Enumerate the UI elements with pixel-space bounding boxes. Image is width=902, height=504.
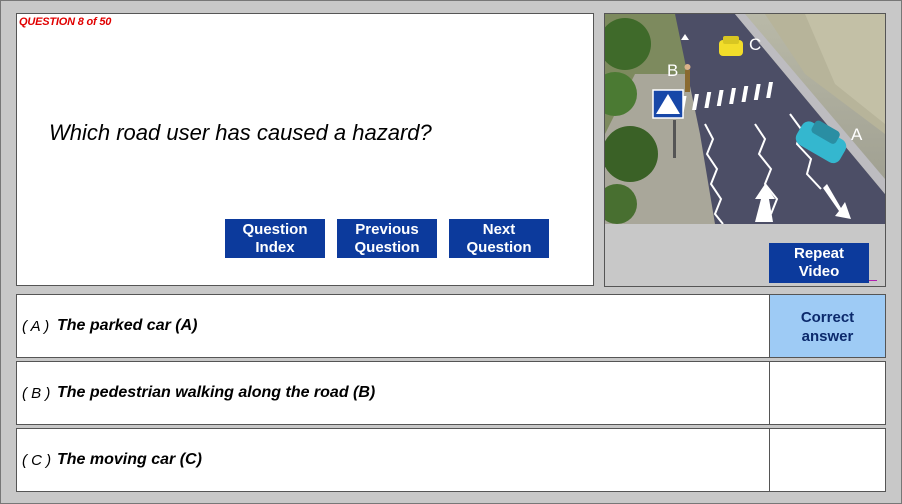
question-number: QUESTION 8 of 50 [19, 16, 112, 28]
answer-text: The parked car (A) [57, 317, 198, 334]
question-panel: QUESTION 8 of 50 Which road user has cau… [16, 13, 594, 286]
hazard-video-frame: B C A [605, 14, 885, 224]
question-index-line2: Index [255, 238, 295, 256]
replay-underline-mark [869, 280, 877, 281]
repeat-video-button[interactable]: Repeat Video [769, 243, 869, 283]
answer-option-b[interactable]: ( B ) The pedestrian walking along the r… [16, 361, 886, 425]
question-index-line1: Question [242, 220, 308, 238]
answer-option-a[interactable]: ( A ) The parked car (A) Correct answer [16, 294, 886, 358]
road-scene-image: B C A [605, 14, 885, 224]
previous-question-line1: Previous [355, 220, 419, 238]
previous-question-button[interactable]: Previous Question [337, 219, 437, 258]
next-question-line2: Question [466, 238, 532, 256]
answer-letter: ( B ) [22, 385, 51, 402]
repeat-video-line2: Video [798, 263, 840, 280]
question-index-button[interactable]: Question Index [225, 219, 325, 258]
correct-answer-line2: answer [801, 328, 854, 345]
correct-answer-line1: Correct [800, 309, 855, 326]
repeat-video-line1: Repeat [793, 245, 845, 262]
correct-answer-marker: Correct answer [769, 295, 885, 357]
next-question-button[interactable]: Next Question [449, 219, 549, 258]
video-panel: B C A Repeat Video [604, 13, 886, 287]
answer-letter: ( C ) [22, 452, 52, 469]
next-question-line1: Next [482, 220, 516, 238]
scene-label-c: C [749, 35, 761, 54]
scene-label-b: B [667, 61, 678, 80]
answer-marker-cell [769, 429, 885, 491]
previous-question-line2: Question [354, 238, 420, 256]
answer-text: The pedestrian walking along the road (B… [57, 384, 376, 401]
question-text: Which road user has caused a hazard? [49, 120, 432, 145]
answer-text: The moving car (C) [57, 451, 202, 468]
scene-label-a: A [851, 125, 863, 144]
answer-letter: ( A ) [22, 318, 50, 335]
answer-marker-cell [769, 362, 885, 424]
answer-option-c[interactable]: ( C ) The moving car (C) [16, 428, 886, 492]
